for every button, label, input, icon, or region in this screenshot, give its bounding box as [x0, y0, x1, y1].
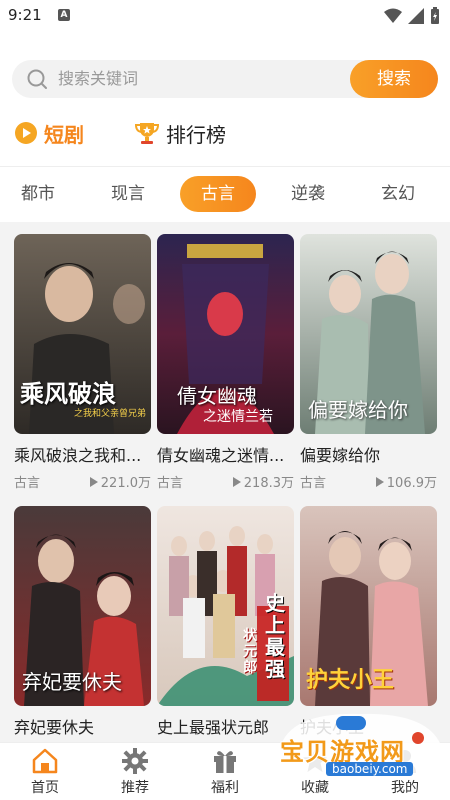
tab-label: 首页 [31, 780, 59, 796]
play-count-value: 221.0万 [100, 476, 151, 491]
play-count-value: 106.9万 [386, 476, 437, 491]
poster-title: 偏要嫁给你 [308, 398, 408, 422]
drama-title: 乘风破浪之我和... [14, 446, 142, 465]
poster-subtitle: 之我和父亲曾兄弟 [74, 409, 147, 419]
drama-genre: 古言 [300, 476, 327, 491]
section-header: 短剧 排行榜 [0, 108, 450, 158]
category-tab[interactable]: 逆袭 [270, 176, 346, 212]
drama-card[interactable]: 弃妃要休夫 弃妃要休夫 [14, 506, 151, 738]
home-icon [32, 748, 58, 774]
drama-meta: 古言 218.3万 [157, 472, 294, 491]
poster-title: 史上最强 [265, 591, 285, 681]
gift-icon [214, 751, 236, 773]
trophy-icon [134, 123, 160, 144]
drama-title: 倩女幽魂之迷情... [157, 446, 285, 465]
drama-poster[interactable]: 偏要嫁给你 [300, 234, 437, 434]
status-icons [384, 7, 440, 25]
drama-title: 偏要嫁给你 [300, 446, 381, 465]
short-drama-label: 短剧 [44, 122, 84, 147]
status-bar: 9:21 A [0, 0, 450, 34]
tab-recommend[interactable]: 推荐 [90, 747, 180, 797]
drama-genre: 古言 [14, 476, 41, 491]
category-tab[interactable]: 都市 [0, 176, 76, 212]
wifi-icon [384, 8, 402, 23]
tab-label: 推荐 [121, 780, 149, 796]
play-icon [89, 476, 98, 487]
poster-title: 护夫小王 [306, 667, 395, 693]
drama-meta: 古言 221.0万 [14, 472, 151, 491]
drama-card[interactable]: 史上最强 状元郎 史上最强状元郎 [157, 506, 294, 738]
poster-title: 弃妃要休夫 [22, 670, 122, 694]
drama-poster[interactable]: 史上最强 状元郎 [157, 506, 294, 706]
search-icon [27, 69, 47, 89]
watermark: 宝贝游戏网 baobeiy.com [270, 708, 450, 784]
ranking-label: 排行榜 [166, 122, 226, 147]
tab-home[interactable]: 首页 [0, 747, 90, 797]
drama-card[interactable]: 倩女幽魂 之迷情兰若 倩女幽魂之迷情... 古言 218.3万 [157, 234, 294, 491]
ranking-tab[interactable]: 排行榜 [134, 118, 226, 148]
drama-title: 弃妃要休夫 [14, 718, 95, 737]
play-count: 106.9万 [375, 472, 437, 491]
search-input[interactable] [58, 60, 338, 98]
play-icon [375, 476, 384, 487]
play-icon [232, 476, 241, 487]
category-tabs: 都市 现言 古言 逆袭 玄幻 [0, 176, 450, 212]
divider [0, 166, 450, 167]
drama-poster[interactable]: 护夫小王 [300, 506, 437, 706]
drama-poster[interactable]: 乘风破浪 之我和父亲曾兄弟 [14, 234, 151, 434]
search-button[interactable]: 搜索 [350, 60, 438, 98]
search-bar: 搜索 [12, 60, 438, 98]
category-tab[interactable]: 现言 [90, 176, 166, 212]
drama-genre: 古言 [157, 476, 184, 491]
status-time: 9:21 [8, 6, 42, 24]
gear-icon [122, 748, 148, 774]
drama-card[interactable]: 偏要嫁给你 偏要嫁给你 古言 106.9万 [300, 234, 437, 491]
poster-title: 倩女幽魂 [177, 384, 257, 408]
play-count: 218.3万 [232, 472, 294, 491]
drama-meta: 古言 106.9万 [300, 472, 437, 491]
category-tab[interactable]: 玄幻 [360, 176, 436, 212]
drama-card[interactable]: 乘风破浪 之我和父亲曾兄弟 乘风破浪之我和... 古言 221.0万 [14, 234, 151, 491]
play-count-value: 218.3万 [243, 476, 294, 491]
drama-poster[interactable]: 弃妃要休夫 [14, 506, 151, 706]
poster-title: 乘风破浪 [20, 379, 116, 408]
signal-icon [408, 8, 424, 24]
category-tab-active[interactable]: 古言 [180, 176, 256, 212]
notification-icon: A [58, 9, 70, 21]
play-circle-icon [15, 122, 37, 144]
poster-subtitle: 之迷情兰若 [203, 409, 273, 425]
short-drama-tab[interactable]: 短剧 [14, 118, 84, 148]
poster-subtitle: 状元郎 [243, 628, 257, 676]
drama-card[interactable]: 护夫小王 护夫小王 [300, 506, 437, 738]
drama-poster[interactable]: 倩女幽魂 之迷情兰若 [157, 234, 294, 434]
battery-icon [431, 7, 439, 24]
play-count: 221.0万 [89, 472, 151, 491]
tab-label: 福利 [211, 780, 239, 796]
tab-welfare[interactable]: 福利 [180, 747, 270, 797]
watermark-url: baobeiy.com [326, 762, 414, 776]
